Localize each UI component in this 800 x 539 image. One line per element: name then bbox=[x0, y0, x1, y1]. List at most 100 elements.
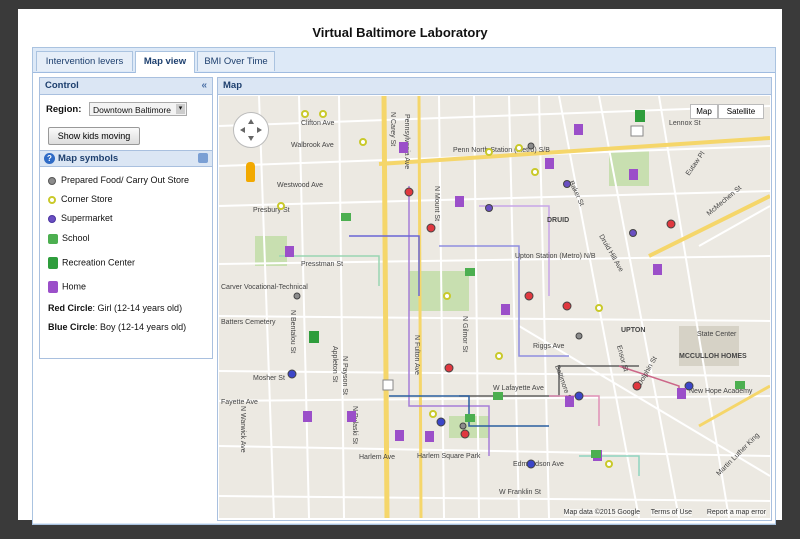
girl-marker bbox=[562, 301, 572, 311]
blue-circle-label: Blue Circle bbox=[48, 322, 96, 332]
home-marker bbox=[545, 158, 554, 169]
street-label: N Bentalou St bbox=[289, 310, 296, 353]
street-label: Druid Hill Ave bbox=[597, 234, 624, 274]
home-marker bbox=[501, 304, 510, 315]
school-icon bbox=[48, 233, 58, 244]
map-attribution: Map data ©2015 Google bbox=[563, 509, 640, 516]
control-header-label: Control bbox=[45, 80, 79, 91]
recreation-center-icon bbox=[48, 257, 58, 269]
tab-content: Control « Region: Downtown Baltimore ▾ S… bbox=[33, 73, 775, 523]
report-map-error-link[interactable]: Report a map error bbox=[706, 509, 766, 516]
prepared-food-marker bbox=[575, 332, 583, 340]
legend-label: Prepared Food/ Carry Out Store bbox=[61, 175, 190, 185]
supermarket-marker bbox=[563, 180, 571, 188]
map-canvas[interactable]: Clifton Ave Walbrook Ave Westwood Ave Pr… bbox=[219, 96, 770, 518]
home-marker bbox=[395, 430, 404, 441]
street-label: New Hope Academy bbox=[689, 388, 753, 395]
terms-of-use-link[interactable]: Terms of Use bbox=[650, 509, 692, 516]
street-labels: Clifton Ave Walbrook Ave Westwood Ave Pr… bbox=[221, 112, 761, 496]
map-type-map-button[interactable]: Map bbox=[690, 104, 718, 119]
red-circle-text: : Girl (12-14 years old) bbox=[92, 303, 183, 313]
prepared-food-marker bbox=[527, 142, 535, 150]
supermarket-marker bbox=[485, 204, 493, 212]
blue-circle-text: : Boy (12-14 years old) bbox=[95, 322, 187, 332]
legend-label: Supermarket bbox=[61, 213, 113, 223]
street-label: N Warwick Ave bbox=[239, 406, 246, 453]
street-label: State Center bbox=[697, 331, 737, 338]
home-icon bbox=[48, 281, 58, 293]
boy-marker bbox=[684, 381, 694, 391]
boy-marker bbox=[287, 369, 297, 379]
prepared-food-marker bbox=[293, 292, 301, 300]
collapse-up-icon[interactable] bbox=[198, 153, 208, 163]
region-select-value: Downtown Baltimore bbox=[93, 105, 171, 115]
park-area bbox=[255, 236, 287, 266]
girl-marker bbox=[524, 291, 534, 301]
street-label: Carver Vocational-Technical bbox=[221, 284, 308, 291]
street-label: Westwood Ave bbox=[277, 182, 323, 189]
purple-circle-icon bbox=[48, 214, 56, 223]
street-label: Appleton St bbox=[331, 346, 338, 382]
tab-map-view[interactable]: Map view bbox=[135, 51, 195, 73]
legend-red-circle: Red Circle: Girl (12-14 years old) bbox=[48, 303, 182, 313]
help-icon[interactable]: ? bbox=[44, 153, 55, 164]
street-label: Edmondson Ave bbox=[513, 461, 564, 468]
pan-arrows-icon bbox=[240, 119, 262, 141]
school-marker bbox=[591, 450, 601, 458]
map-symbols-label: Map symbols bbox=[58, 153, 119, 164]
home-marker bbox=[399, 142, 408, 153]
girl-marker bbox=[460, 429, 470, 439]
street-label: Batters Cemetery bbox=[221, 319, 276, 326]
street-label: Penn North Station (Metro) S/B bbox=[453, 147, 550, 154]
corner-store-marker bbox=[495, 352, 503, 360]
school-marker bbox=[735, 381, 745, 389]
recreation-center-marker bbox=[309, 331, 319, 343]
route-shield-icon bbox=[630, 125, 644, 137]
tab-bmi-over-time[interactable]: BMI Over Time bbox=[197, 51, 275, 71]
legend-corner-store: Corner Store bbox=[48, 194, 113, 204]
supermarket-marker bbox=[629, 229, 637, 237]
tab-intervention-levers[interactable]: Intervention levers bbox=[36, 51, 133, 71]
control-header: Control « bbox=[40, 78, 212, 95]
park-area bbox=[409, 271, 469, 311]
street-label: DRUID bbox=[547, 217, 569, 224]
street-label: N Gilmor St bbox=[461, 316, 468, 352]
region-row: Region: Downtown Baltimore ▾ bbox=[46, 102, 187, 116]
boy-marker bbox=[436, 417, 446, 427]
street-label: Walbrook Ave bbox=[291, 142, 334, 149]
region-select[interactable]: Downtown Baltimore ▾ bbox=[89, 102, 187, 116]
school-marker bbox=[465, 414, 475, 422]
tab-container: Intervention levers Map view BMI Over Ti… bbox=[32, 47, 776, 525]
school-marker bbox=[493, 392, 503, 400]
school-marker bbox=[341, 213, 351, 221]
street-label: W Franklin St bbox=[499, 489, 541, 496]
red-circle-label: Red Circle bbox=[48, 303, 93, 313]
street-label: Pennsylvania Ave bbox=[403, 114, 410, 169]
girl-marker bbox=[632, 381, 642, 391]
home-marker bbox=[425, 431, 434, 442]
collapse-left-icon[interactable]: « bbox=[201, 78, 207, 94]
corner-store-marker bbox=[515, 144, 523, 152]
tab-bar: Intervention levers Map view BMI Over Ti… bbox=[33, 48, 775, 73]
street-view-pegman-icon[interactable] bbox=[246, 162, 255, 182]
region-label: Region: bbox=[46, 104, 82, 115]
map-type-satellite-button[interactable]: Satellite bbox=[718, 104, 764, 119]
street-label: Lennox St bbox=[669, 120, 701, 127]
corner-store-marker bbox=[429, 410, 437, 418]
pan-control[interactable] bbox=[233, 112, 269, 148]
corner-store-marker bbox=[531, 168, 539, 176]
boy-marker bbox=[526, 459, 536, 469]
girl-marker bbox=[666, 219, 676, 229]
street-label: N Carey St bbox=[389, 112, 396, 146]
boy-marker bbox=[574, 391, 584, 401]
corner-store-marker bbox=[485, 148, 493, 156]
corner-store-marker bbox=[277, 202, 285, 210]
street-label: MCCULLOH HOMES bbox=[679, 353, 747, 360]
home-marker bbox=[565, 396, 574, 407]
prepared-food-marker bbox=[459, 422, 467, 430]
home-marker bbox=[677, 388, 686, 399]
show-kids-moving-button[interactable]: Show kids moving bbox=[48, 127, 140, 145]
home-marker bbox=[629, 169, 638, 180]
legend-label: Home bbox=[62, 281, 87, 292]
legend-label: Corner Store bbox=[61, 194, 113, 204]
